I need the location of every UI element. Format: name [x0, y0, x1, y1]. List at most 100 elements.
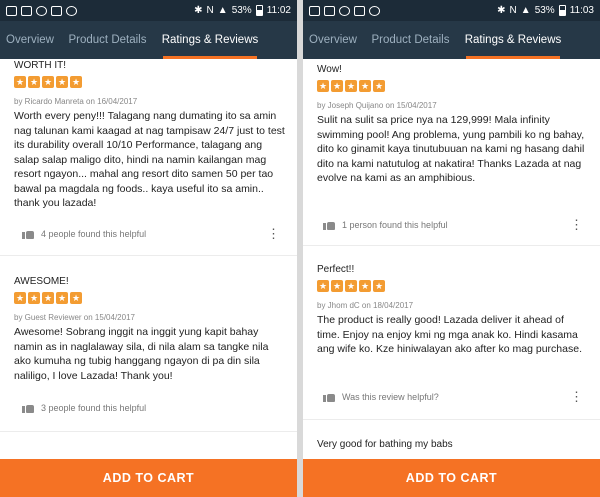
helpful-count: 4 people found this helpful [41, 228, 147, 239]
thumbs-up-icon[interactable] [323, 219, 335, 230]
divider [303, 419, 600, 420]
status-bar: ✱ N ▲ 53% 11:03 [303, 0, 600, 21]
tab-bar: Overview Product Details Ratings & Revie… [0, 21, 297, 59]
star-icon: ★ [70, 76, 82, 88]
star-icon: ★ [317, 80, 329, 92]
notification-icons [309, 5, 380, 16]
signal-icon: ▲ [217, 5, 228, 16]
review-byline: by Jhom dC on 18/04/2017 [317, 301, 414, 310]
star-icon: ★ [345, 280, 357, 292]
star-icon: ★ [28, 292, 40, 304]
review-byline: by Guest Reviewer on 15/04/2017 [14, 313, 135, 322]
star-icon: ★ [56, 76, 68, 88]
star-icon: ★ [373, 280, 385, 292]
review-card: Wow! ★ ★ ★ ★ ★ by Joseph Quijano on 15/0… [317, 64, 588, 186]
carrier-icon: N [206, 5, 214, 16]
star-icon: ★ [345, 80, 357, 92]
clock: 11:03 [569, 5, 594, 16]
instagram-icon [66, 5, 77, 16]
tab-product-details[interactable]: Product Details [60, 21, 155, 59]
screen-right: ✱ N ▲ 53% 11:03 Overview Product Details… [303, 0, 600, 497]
more-options-icon[interactable]: ⋮ [267, 227, 280, 240]
star-icon: ★ [42, 76, 54, 88]
divider [303, 245, 600, 246]
battery-icon [558, 5, 566, 16]
gallery-icon [51, 5, 62, 16]
instagram-icon [369, 5, 380, 16]
star-icon: ★ [28, 76, 40, 88]
star-icon: ★ [14, 76, 26, 88]
star-rating: ★ ★ ★ ★ ★ [14, 292, 285, 304]
helpful-row: 3 people found this helpful [22, 402, 277, 413]
divider [0, 431, 297, 432]
signal-icon: ▲ [520, 5, 531, 16]
review-title: Perfect!! [317, 264, 355, 275]
notification-icon [324, 5, 335, 16]
review-card: Perfect!! ★ ★ ★ ★ ★ by Jhom dC on 18/04/… [317, 264, 588, 357]
thumbs-up-icon[interactable] [323, 391, 335, 402]
star-rating: ★ ★ ★ ★ ★ [317, 280, 588, 292]
star-icon: ★ [317, 280, 329, 292]
review-title: Wow! [317, 64, 342, 75]
notification-icon [6, 5, 17, 16]
tab-overview[interactable]: Overview [0, 21, 60, 59]
review-card: Very good for bathing my babs [317, 439, 588, 450]
star-icon: ★ [331, 280, 343, 292]
reviews-list[interactable]: WORTH IT! ★ ★ ★ ★ ★ by Ricardo Manreta o… [0, 59, 297, 459]
helpful-count: 3 people found this helpful [41, 402, 147, 413]
tab-overview[interactable]: Overview [303, 21, 363, 59]
review-card: WORTH IT! ★ ★ ★ ★ ★ by Ricardo Manreta o… [14, 60, 285, 211]
review-body: Sulit na sulit sa price nya na 129,999! … [317, 114, 585, 184]
star-icon: ★ [359, 80, 371, 92]
review-body: The product is really good! Lazada deliv… [317, 314, 582, 355]
messenger-icon [339, 5, 350, 16]
notification-icon [309, 5, 320, 16]
notification-icons [6, 5, 77, 16]
battery-percent: 53% [231, 5, 252, 16]
helpful-row: 1 person found this helpful ⋮ [323, 218, 583, 231]
thumbs-up-icon[interactable] [22, 228, 34, 239]
bluetooth-icon: ✱ [194, 5, 203, 16]
review-body: Awesome! Sobrang inggit na inggit yung k… [14, 326, 269, 382]
clock: 11:02 [266, 5, 291, 16]
review-title: WORTH IT! [14, 60, 67, 71]
star-rating: ★ ★ ★ ★ ★ [317, 80, 588, 92]
tab-ratings-reviews[interactable]: Ratings & Reviews [458, 21, 568, 59]
carrier-icon: N [509, 5, 517, 16]
review-byline: by Joseph Quijano on 15/04/2017 [317, 101, 437, 110]
review-title: Very good for bathing my babs [317, 439, 453, 450]
tab-ratings-reviews[interactable]: Ratings & Reviews [155, 21, 265, 59]
review-body: Worth every peny!!! Talagang nang dumati… [14, 110, 285, 209]
divider [0, 255, 297, 256]
more-options-icon[interactable]: ⋮ [570, 218, 583, 231]
review-title: AWESOME! [14, 276, 69, 287]
notification-icon [21, 5, 32, 16]
star-icon: ★ [359, 280, 371, 292]
star-rating: ★ ★ ★ ★ ★ [14, 76, 285, 88]
battery-percent: 53% [534, 5, 555, 16]
helpful-row: Was this review helpful? ⋮ [323, 390, 583, 403]
add-to-cart-button[interactable]: ADD TO CART [0, 459, 297, 497]
star-icon: ★ [331, 80, 343, 92]
battery-icon [255, 5, 263, 16]
helpful-row: 4 people found this helpful ⋮ [22, 227, 280, 240]
review-card: AWESOME! ★ ★ ★ ★ ★ by Guest Reviewer on … [14, 276, 285, 383]
gallery-icon [354, 5, 365, 16]
star-icon: ★ [42, 292, 54, 304]
bluetooth-icon: ✱ [497, 5, 506, 16]
more-options-icon[interactable]: ⋮ [570, 390, 583, 403]
helpful-count: 1 person found this helpful [342, 219, 448, 230]
tab-product-details[interactable]: Product Details [363, 21, 458, 59]
messenger-icon [36, 5, 47, 16]
thumbs-up-icon[interactable] [22, 402, 34, 413]
star-icon: ★ [56, 292, 68, 304]
star-icon: ★ [70, 292, 82, 304]
star-icon: ★ [14, 292, 26, 304]
add-to-cart-button[interactable]: ADD TO CART [303, 459, 600, 497]
tab-bar: Overview Product Details Ratings & Revie… [303, 21, 600, 59]
screen-left: ✱ N ▲ 53% 11:02 Overview Product Details… [0, 0, 297, 497]
reviews-list[interactable]: Wow! ★ ★ ★ ★ ★ by Joseph Quijano on 15/0… [303, 59, 600, 459]
status-bar: ✱ N ▲ 53% 11:02 [0, 0, 297, 21]
review-byline: by Ricardo Manreta on 16/04/2017 [14, 97, 138, 106]
helpful-prompt: Was this review helpful? [342, 391, 439, 402]
